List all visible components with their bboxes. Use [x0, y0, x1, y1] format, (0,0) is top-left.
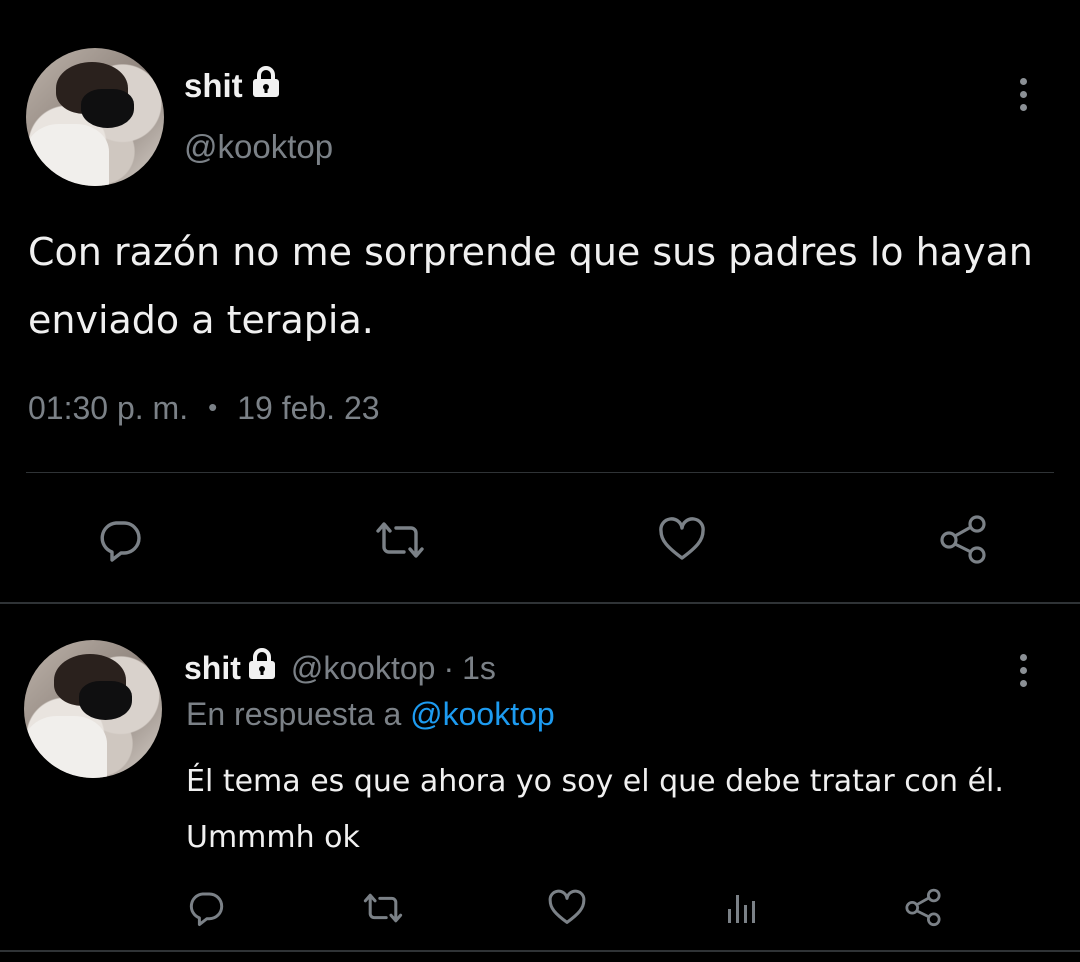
tweet-text-line: Él tema es que ahora yo soy el que debe … — [186, 764, 1004, 799]
avatar[interactable] — [24, 640, 162, 778]
avatar[interactable] — [26, 48, 164, 186]
main-tweet: shit @kooktop Con razón no me sorprende … — [0, 0, 1080, 604]
tweet-date[interactable]: 19 feb. 23 — [237, 390, 379, 426]
analytics-icon[interactable] — [722, 886, 762, 930]
display-name[interactable]: shit — [184, 650, 241, 687]
tweet-time: 01:30 p. m. — [28, 390, 189, 426]
reply-tweet[interactable]: shit @kooktop · 1s En respuesta a @kookt… — [0, 604, 1080, 952]
replying-prefix: En respuesta a — [186, 696, 402, 732]
share-icon[interactable] — [900, 884, 946, 930]
reply-icon[interactable] — [92, 512, 148, 568]
tweet-text: Con razón no me sorprende que sus padres… — [28, 230, 1033, 342]
retweet-icon[interactable] — [358, 886, 408, 930]
meta-separator: · — [443, 649, 455, 686]
reply-icon[interactable] — [184, 886, 228, 930]
retweet-icon[interactable] — [370, 512, 430, 568]
reply-header: shit @kooktop · 1s — [184, 648, 496, 688]
tweet-timestamp: 01:30 p. m. • 19 feb. 23 — [28, 390, 380, 427]
more-options-icon[interactable] — [1017, 78, 1029, 111]
share-icon[interactable] — [934, 510, 992, 568]
lock-icon — [251, 66, 281, 106]
more-options-icon[interactable] — [1017, 654, 1029, 687]
divider — [0, 950, 1080, 952]
lock-icon — [247, 648, 277, 688]
like-icon[interactable] — [654, 512, 710, 568]
display-name[interactable]: shit — [184, 66, 281, 106]
tweet-text-line: Ummmh ok — [186, 820, 360, 855]
tweet-time[interactable]: 1s — [462, 650, 496, 687]
display-name-text: shit — [184, 67, 243, 104]
mention-link[interactable]: @kooktop — [410, 696, 555, 732]
divider — [26, 472, 1054, 473]
tweet-text: Él tema es que ahora yo soy el que debe … — [186, 754, 1066, 866]
handle[interactable]: @kooktop — [291, 650, 436, 687]
handle[interactable]: @kooktop — [184, 128, 333, 166]
meta-separator: • — [208, 392, 218, 422]
like-icon[interactable] — [544, 886, 590, 930]
replying-to: En respuesta a @kooktop — [186, 696, 555, 733]
